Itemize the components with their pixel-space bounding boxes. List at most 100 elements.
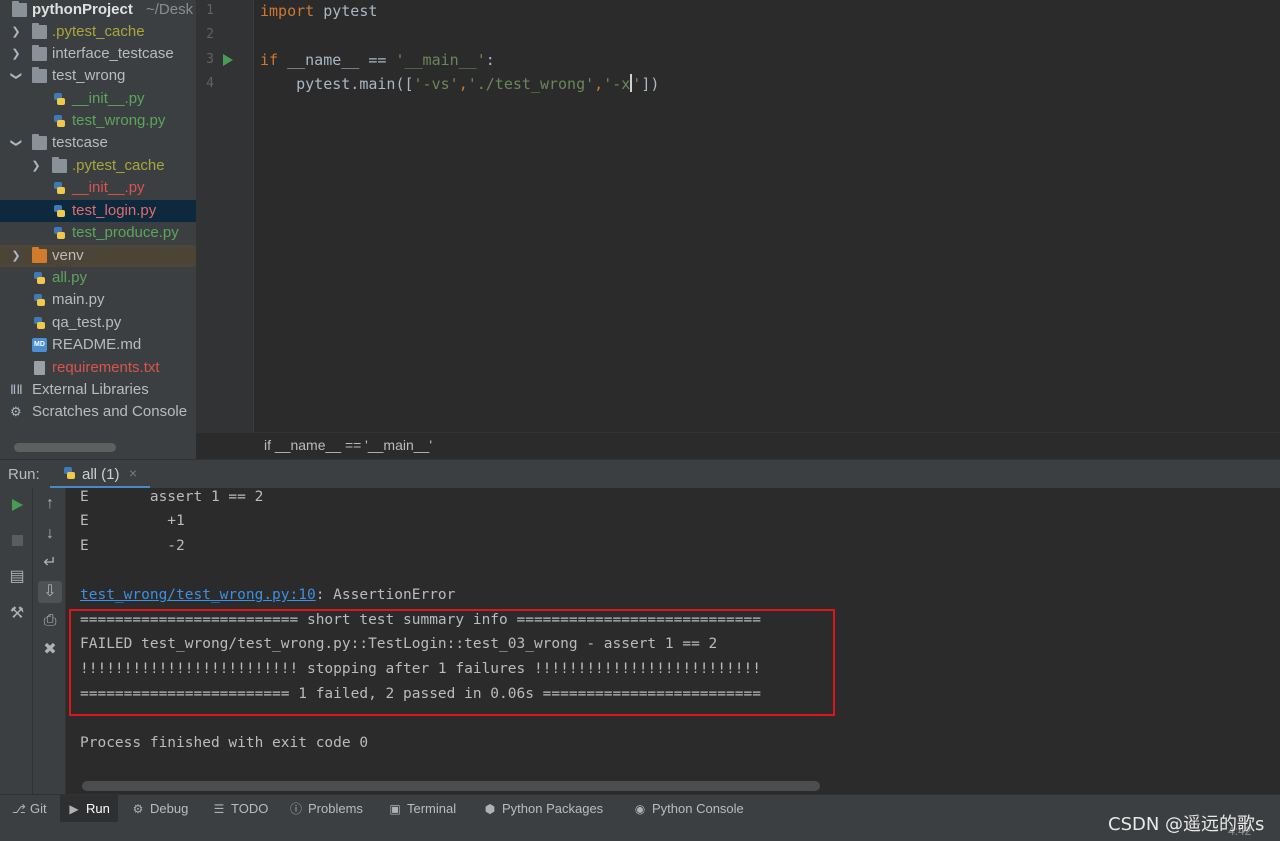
layout-button[interactable]: ▤: [5, 566, 29, 588]
git-icon: ⎇: [12, 802, 26, 816]
code-text: pytest: [314, 2, 378, 20]
line-number: 3: [206, 52, 214, 67]
tab-label: Git: [30, 801, 47, 816]
scroll-to-end-button[interactable]: ⇩: [38, 581, 62, 603]
tree-item-init-py[interactable]: __init__.py: [0, 88, 196, 110]
tree-item-external-libraries[interactable]: ⅡⅡ External Libraries: [0, 379, 196, 401]
folder-icon: [32, 45, 47, 61]
comma: ,: [594, 75, 604, 93]
tree-item-test-login-py[interactable]: test_login.py: [0, 200, 196, 222]
chevron-down-icon[interactable]: ❯: [5, 137, 27, 149]
watermark: CSDN @遥远的歌s: [1108, 814, 1265, 835]
comma: ,: [458, 75, 468, 93]
tree-item-pytest-cache[interactable]: ❯ .pytest_cache: [0, 21, 196, 43]
soft-wrap-button[interactable]: ↵: [38, 552, 62, 574]
tree-item-scratches[interactable]: ⚙ Scratches and Console: [0, 401, 196, 423]
problems-tab[interactable]: ⓘ Problems: [290, 795, 363, 822]
tree-item-test-produce-py[interactable]: test_produce.py: [0, 222, 196, 244]
tree-item-all-py[interactable]: all.py: [0, 267, 196, 289]
rerun-button[interactable]: [5, 493, 29, 515]
run-gutter-icon[interactable]: [223, 54, 233, 66]
folder-icon: [12, 1, 27, 17]
string-literal: ': [632, 75, 642, 93]
summary-highlight-box: [69, 609, 835, 716]
console-line: test_wrong/test_wrong.py:10: AssertionEr…: [80, 583, 455, 607]
close-icon[interactable]: ×: [129, 465, 137, 481]
tab-label: Terminal: [407, 801, 457, 816]
tree-root[interactable]: pythonProject ~/Desk: [0, 0, 196, 21]
play-icon: [12, 499, 23, 511]
tab-label: Problems: [308, 801, 363, 816]
tool-window-bar: ⎇ Git ▶ Run ⚙ Debug ☰ TODO ⓘ Problems ▣ Termin…: [0, 794, 1280, 822]
stop-icon: [12, 535, 23, 546]
print-button[interactable]: ⎙: [38, 610, 62, 632]
run-title: Run:: [8, 466, 40, 483]
project-tree-panel: pythonProject ~/Desk ❯ .pytest_cache ❯ i…: [0, 0, 196, 460]
run-icon: ▶: [69, 802, 79, 816]
stop-button[interactable]: [5, 529, 29, 551]
breadcrumb[interactable]: if __name__ == '__main__': [264, 437, 432, 453]
tree-item-venv[interactable]: ❯ venv: [0, 245, 196, 267]
python-file-icon: [32, 293, 47, 307]
console-text: : AssertionError: [315, 587, 456, 603]
tree-item-readme-md[interactable]: MD README.md: [0, 334, 196, 356]
code-line-1: import pytest: [260, 0, 377, 23]
chevron-right-icon[interactable]: ❯: [10, 245, 22, 267]
tree-item-label: main.py: [52, 291, 105, 308]
clear-button[interactable]: ✖: [38, 639, 62, 661]
todo-tab[interactable]: ☰ TODO: [213, 795, 269, 822]
tree-item-testcase[interactable]: ❯ testcase: [0, 132, 196, 154]
tree-horizontal-scrollbar[interactable]: [14, 443, 116, 452]
tree-item-test-wrong[interactable]: ❯ test_wrong: [0, 65, 196, 87]
run-toolbar-primary: ▤ ⚒: [0, 488, 33, 794]
chevron-down-icon[interactable]: ❯: [5, 70, 27, 82]
tree-item-qa-test-py[interactable]: qa_test.py: [0, 312, 196, 334]
printer-icon: ⎙: [43, 612, 57, 629]
tree-item-label: __init__.py: [72, 179, 145, 196]
libraries-icon: ⅡⅡ: [10, 382, 23, 397]
python-file-icon: [62, 466, 77, 481]
debug-tab[interactable]: ⚙ Debug: [132, 795, 189, 822]
problems-icon: ⓘ: [290, 802, 303, 816]
terminal-icon: ▣: [389, 802, 401, 816]
console-horizontal-scrollbar[interactable]: [82, 781, 820, 791]
tree-item-init-py-2[interactable]: __init__.py: [0, 177, 196, 199]
text-file-icon: [34, 361, 45, 375]
code-line-3: if __name__ == '__main__':: [260, 48, 495, 72]
string-literal: '-x: [603, 75, 631, 93]
tree-item-test-wrong-py[interactable]: test_wrong.py: [0, 110, 196, 132]
string-literal: './test_wrong': [467, 75, 595, 93]
packages-icon: ⬢: [484, 802, 496, 816]
scroll-down-button[interactable]: ↓: [38, 523, 62, 545]
string-literal: '__main__': [395, 51, 486, 69]
markdown-file-icon: MD: [32, 338, 47, 352]
folder-icon: [32, 134, 47, 150]
chevron-right-icon[interactable]: ❯: [30, 155, 42, 177]
file-link[interactable]: test_wrong/test_wrong.py:10: [80, 587, 316, 603]
scroll-up-button[interactable]: ↑: [38, 493, 62, 515]
tree-item-main-py[interactable]: main.py: [0, 289, 196, 311]
python-console-tab[interactable]: ◉ Python Console: [634, 795, 744, 822]
chevron-right-icon[interactable]: ❯: [10, 43, 22, 65]
terminal-tab[interactable]: ▣ Terminal: [389, 795, 456, 822]
arrow-down-icon: ↓: [46, 525, 54, 542]
code-editor[interactable]: import pytest if __name__ == '__main__':…: [254, 0, 1280, 432]
tab-label: Python Console: [652, 801, 744, 816]
run-tab[interactable]: ▶ Run: [60, 795, 118, 822]
tree-item-label: venv: [52, 247, 84, 264]
string-literal: '-vs': [413, 75, 459, 93]
pin-button[interactable]: ⚒: [5, 603, 29, 625]
tree-item-label: test_wrong.py: [72, 112, 166, 129]
chevron-right-icon[interactable]: ❯: [10, 21, 22, 43]
code-text: ]): [641, 75, 660, 93]
git-tab[interactable]: ⎇ Git: [12, 795, 47, 822]
python-file-icon: [52, 226, 67, 240]
run-console[interactable]: E assert 1 == 2 E +1 E -2 test_wrong/tes…: [66, 488, 1280, 794]
python-packages-tab[interactable]: ⬢ Python Packages: [484, 795, 603, 822]
run-toolwindow-header: Run: all (1) ×: [0, 459, 1280, 489]
run-tab-all[interactable]: all (1) ×: [50, 460, 150, 489]
tree-item-requirements-txt[interactable]: requirements.txt: [0, 357, 196, 379]
tree-item-interface-testcase[interactable]: ❯ interface_testcase: [0, 43, 196, 65]
tree-item-pytest-cache-2[interactable]: ❯ .pytest_cache: [0, 155, 196, 177]
tree-item-label: requirements.txt: [52, 359, 160, 376]
